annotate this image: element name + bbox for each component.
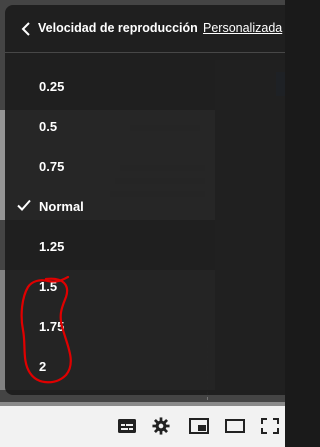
subtitles-icon	[118, 419, 136, 433]
speed-option-0-25[interactable]: 0.25	[5, 67, 285, 107]
playback-speed-menu: Velocidad de reproducción Personalizada …	[5, 5, 285, 395]
subtitles-button[interactable]	[116, 416, 138, 436]
fullscreen-icon	[261, 418, 279, 434]
chevron-left-icon	[21, 22, 30, 36]
settings-button[interactable]	[150, 416, 172, 436]
speed-option-normal[interactable]: Normal	[5, 187, 285, 227]
player-controls	[0, 406, 285, 447]
theater-mode-icon	[225, 419, 245, 433]
speed-option-1-25[interactable]: 1.25	[5, 227, 285, 267]
menu-header: Velocidad de reproducción Personalizada	[5, 5, 285, 53]
speed-option-0-5[interactable]: 0.5	[5, 107, 285, 147]
speed-option-0-75[interactable]: 0.75	[5, 147, 285, 187]
settings-icon	[152, 417, 170, 435]
speed-option-label: 2	[39, 359, 47, 374]
speed-option-label: Normal	[39, 199, 84, 214]
back-button[interactable]	[17, 19, 35, 39]
speed-option-2[interactable]: 2	[5, 347, 285, 387]
speed-option-label: 1.25	[39, 239, 65, 254]
checkmark-icon	[17, 199, 31, 211]
miniplayer-button[interactable]	[188, 416, 210, 436]
speed-option-label: 1.75	[39, 319, 65, 334]
miniplayer-icon	[189, 418, 209, 434]
speed-option-label: 0.75	[39, 159, 65, 174]
menu-title: Velocidad de reproducción	[38, 21, 198, 35]
speed-option-label: 0.5	[39, 119, 58, 134]
speed-option-1-75[interactable]: 1.75	[5, 307, 285, 347]
theater-mode-button[interactable]	[224, 416, 246, 436]
speed-option-label: 1.5	[39, 279, 58, 294]
speed-option-1-5[interactable]: 1.5	[5, 267, 285, 307]
fullscreen-button[interactable]	[259, 416, 281, 436]
custom-speed-link[interactable]: Personalizada	[203, 21, 282, 35]
speed-option-label: 0.25	[39, 79, 65, 94]
